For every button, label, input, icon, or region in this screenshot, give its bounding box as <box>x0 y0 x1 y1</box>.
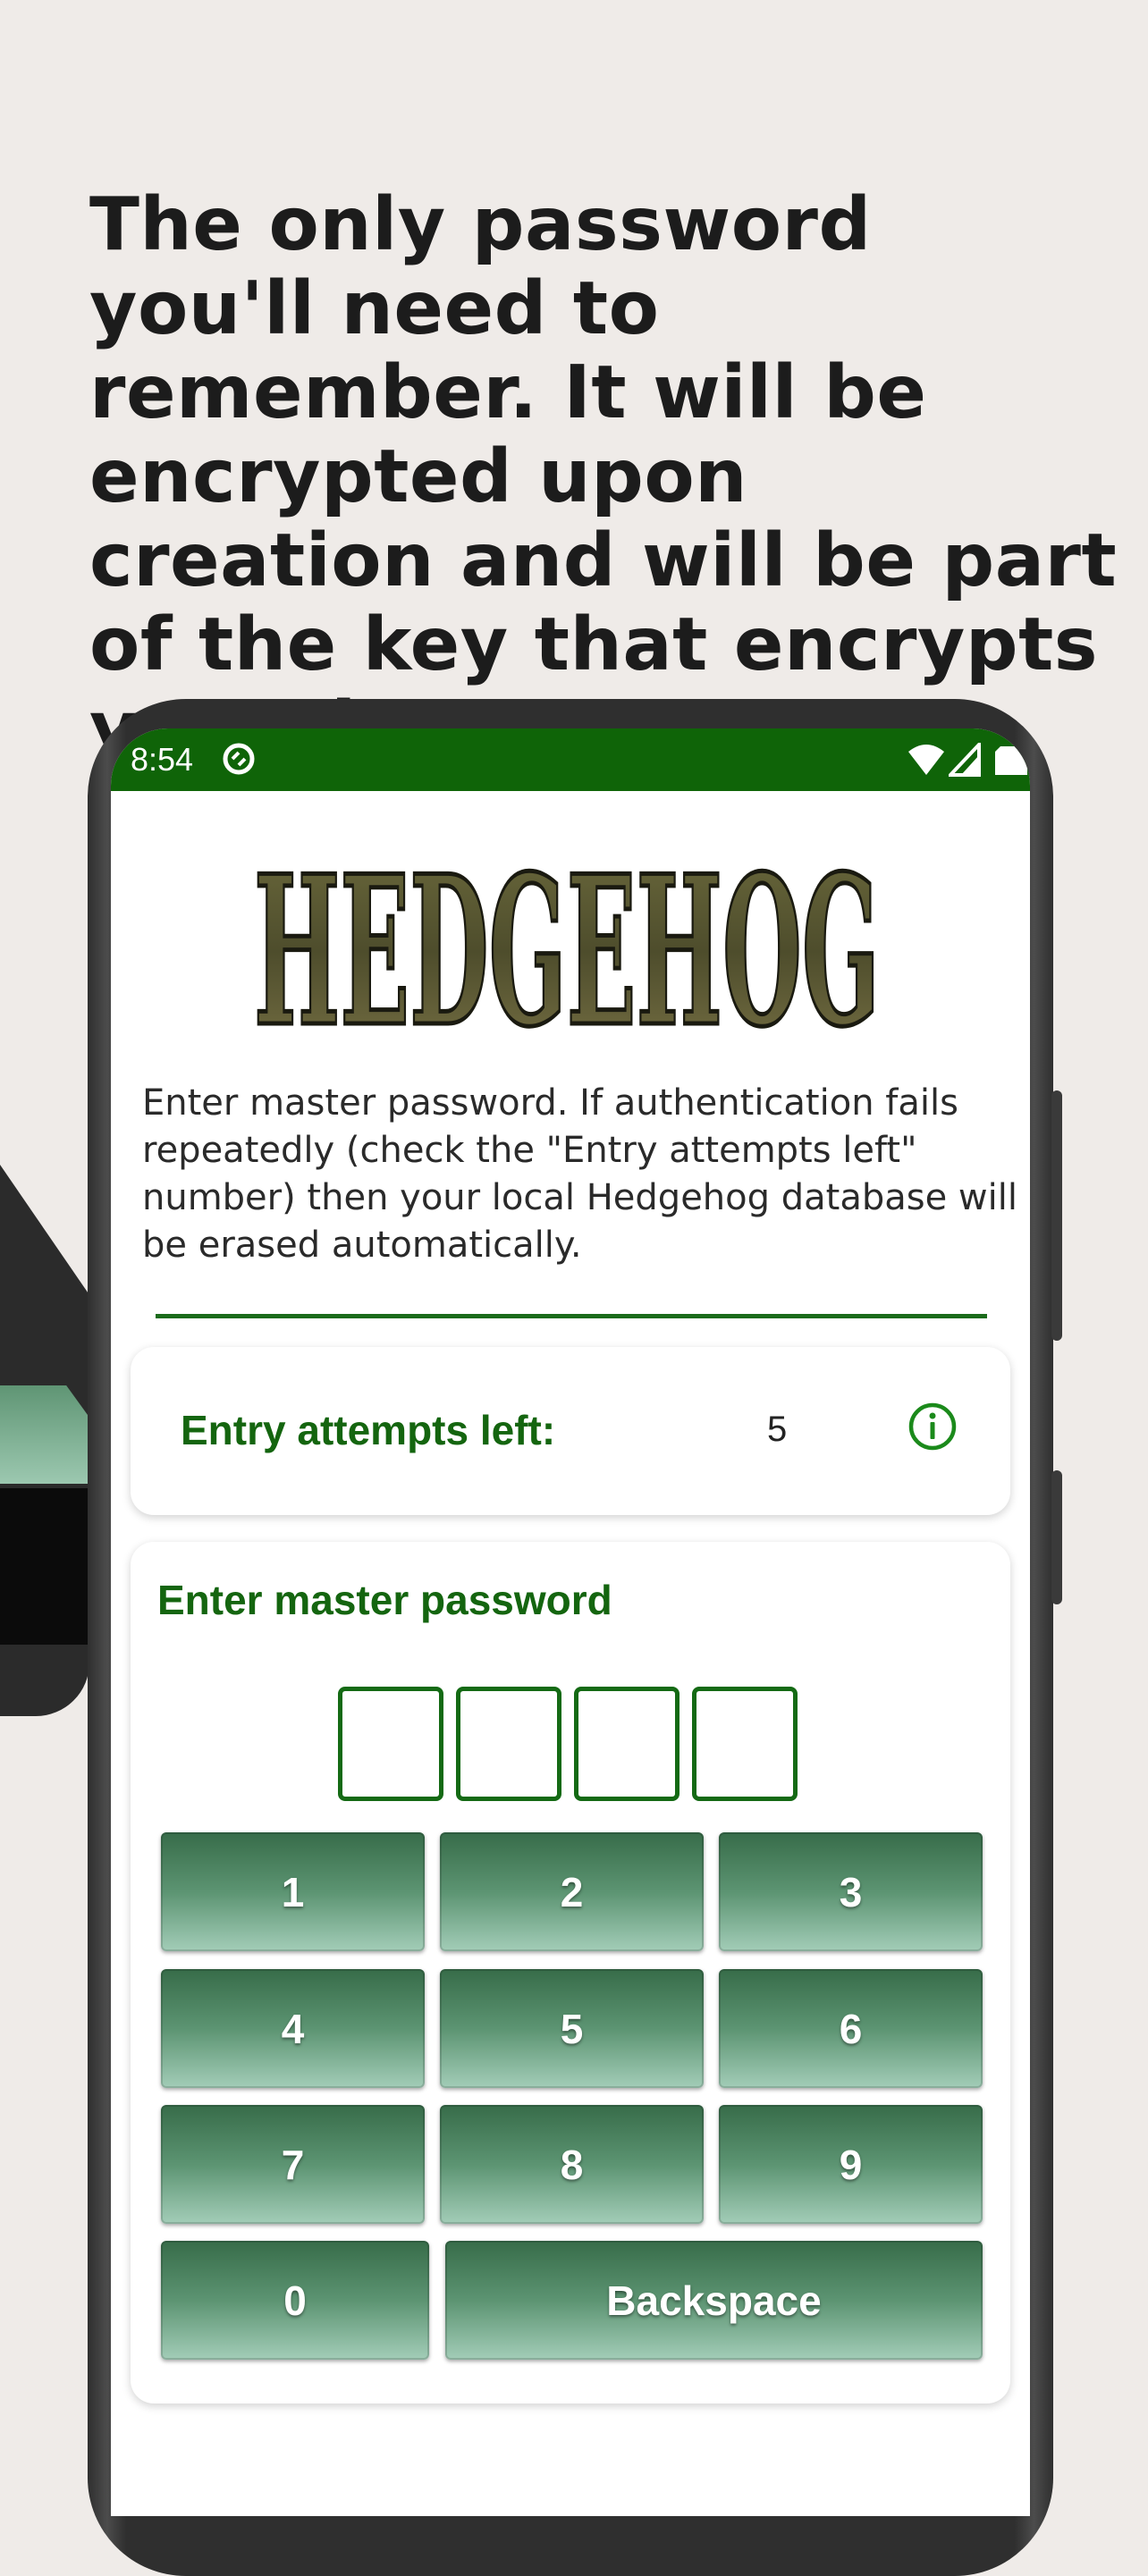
hedgehog-logo: HEDGEHOG <box>252 849 882 1041</box>
divider <box>156 1314 987 1318</box>
key-8[interactable]: 8 <box>440 2105 704 2224</box>
key-5[interactable]: 5 <box>440 1969 704 2088</box>
instructions-text: Enter master password. If authentication… <box>142 1082 1017 1266</box>
sync-icon <box>223 743 255 775</box>
phone-side-button <box>1051 1090 1062 1341</box>
pin-digit-4[interactable] <box>692 1687 798 1801</box>
pin-digit-1[interactable] <box>338 1687 443 1801</box>
attempts-card: Entry attempts left: 5 <box>131 1347 1010 1515</box>
key-7[interactable]: 7 <box>161 2105 425 2224</box>
headline: The only password you'll need to remembe… <box>89 182 1118 771</box>
backspace-button[interactable]: Backspace <box>445 2241 983 2360</box>
signal-icon <box>949 743 981 777</box>
wifi-icon <box>908 745 944 775</box>
attempts-value: 5 <box>767 1410 788 1449</box>
logo-text: HEDGEHOG <box>254 849 880 1041</box>
info-icon[interactable] <box>908 1402 957 1451</box>
key-1[interactable]: 1 <box>161 1832 425 1951</box>
status-time: 8:54 <box>131 741 194 778</box>
key-0[interactable]: 0 <box>161 2241 429 2360</box>
password-card: Enter master password 1 2 3 4 5 6 7 8 9 … <box>131 1542 1010 2403</box>
key-3[interactable]: 3 <box>719 1832 983 1951</box>
key-4[interactable]: 4 <box>161 1969 425 2088</box>
pin-digit-2[interactable] <box>456 1687 561 1801</box>
status-bar: 8:54 <box>111 728 1030 791</box>
pin-digit-3[interactable] <box>574 1687 680 1801</box>
key-2[interactable]: 2 <box>440 1832 704 1951</box>
phone-volume-button <box>1051 1470 1062 1604</box>
phone-screen: 8:54 HEDGEHOG Enter master password. If … <box>111 728 1030 2516</box>
attempts-label: Entry attempts left: <box>181 1407 556 1453</box>
background-phone <box>0 1037 89 1716</box>
key-6[interactable]: 6 <box>719 1969 983 2088</box>
key-9[interactable]: 9 <box>719 2105 983 2224</box>
battery-icon <box>995 746 1027 775</box>
password-title: Enter master password <box>157 1577 612 1623</box>
